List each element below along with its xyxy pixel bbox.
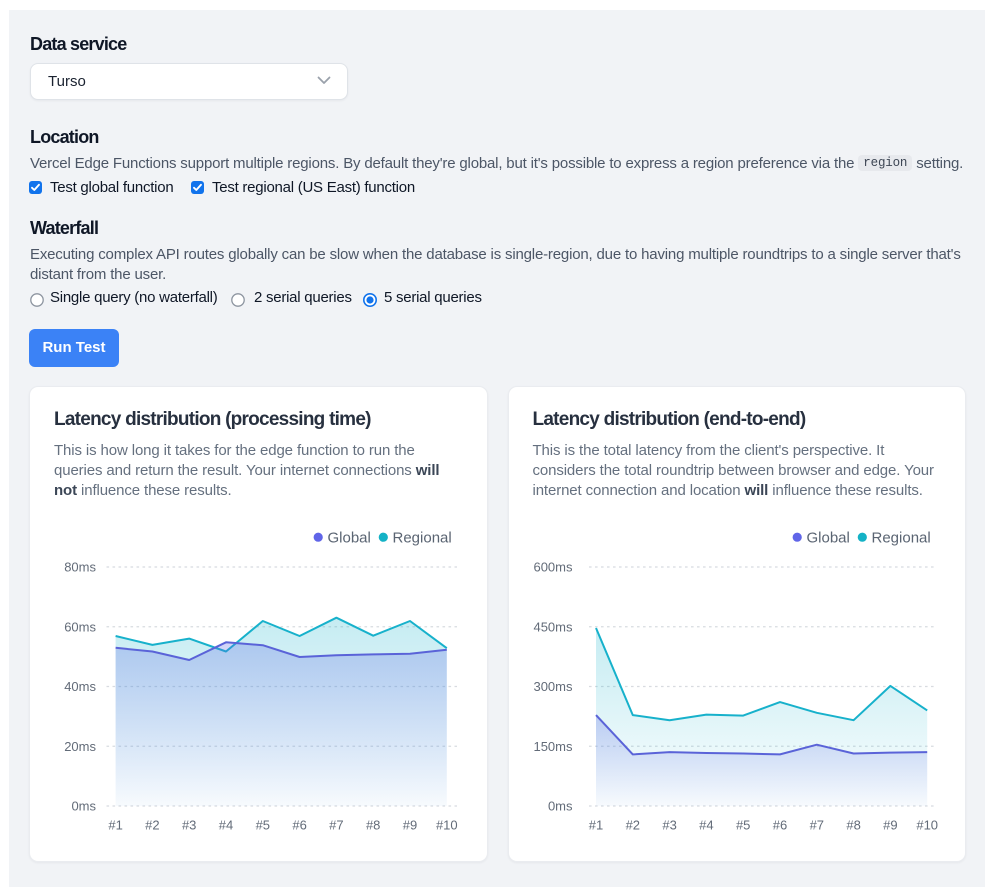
svg-text:#4: #4	[699, 818, 713, 833]
svg-text:Global: Global	[806, 530, 849, 547]
svg-text:#3: #3	[182, 818, 196, 833]
svg-text:#7: #7	[809, 818, 823, 833]
svg-text:60ms: 60ms	[64, 619, 96, 634]
svg-text:#2: #2	[145, 818, 159, 833]
svg-text:80ms: 80ms	[64, 560, 96, 575]
svg-text:#3: #3	[662, 818, 676, 833]
svg-text:600ms: 600ms	[533, 560, 573, 575]
svg-text:#8: #8	[366, 818, 380, 833]
svg-text:#8: #8	[846, 818, 860, 833]
svg-text:Global: Global	[328, 530, 371, 547]
svg-text:Regional: Regional	[871, 530, 930, 547]
svg-text:#5: #5	[256, 818, 270, 833]
svg-text:#10: #10	[916, 818, 938, 833]
svg-text:#7: #7	[329, 818, 343, 833]
svg-text:450ms: 450ms	[533, 619, 573, 634]
svg-text:#10: #10	[436, 818, 458, 833]
svg-text:#9: #9	[883, 818, 897, 833]
svg-text:#1: #1	[108, 818, 122, 833]
svg-text:#4: #4	[219, 818, 233, 833]
svg-text:Regional: Regional	[393, 530, 452, 547]
svg-text:20ms: 20ms	[64, 739, 96, 754]
svg-text:150ms: 150ms	[533, 739, 573, 754]
svg-text:#2: #2	[625, 818, 639, 833]
svg-text:0ms: 0ms	[71, 799, 96, 814]
svg-text:300ms: 300ms	[533, 679, 573, 694]
svg-text:#6: #6	[772, 818, 786, 833]
svg-text:#6: #6	[292, 818, 306, 833]
svg-text:#5: #5	[735, 818, 749, 833]
svg-text:#9: #9	[403, 818, 417, 833]
svg-text:#1: #1	[588, 818, 602, 833]
svg-text:0ms: 0ms	[547, 799, 572, 814]
svg-text:40ms: 40ms	[64, 679, 96, 694]
